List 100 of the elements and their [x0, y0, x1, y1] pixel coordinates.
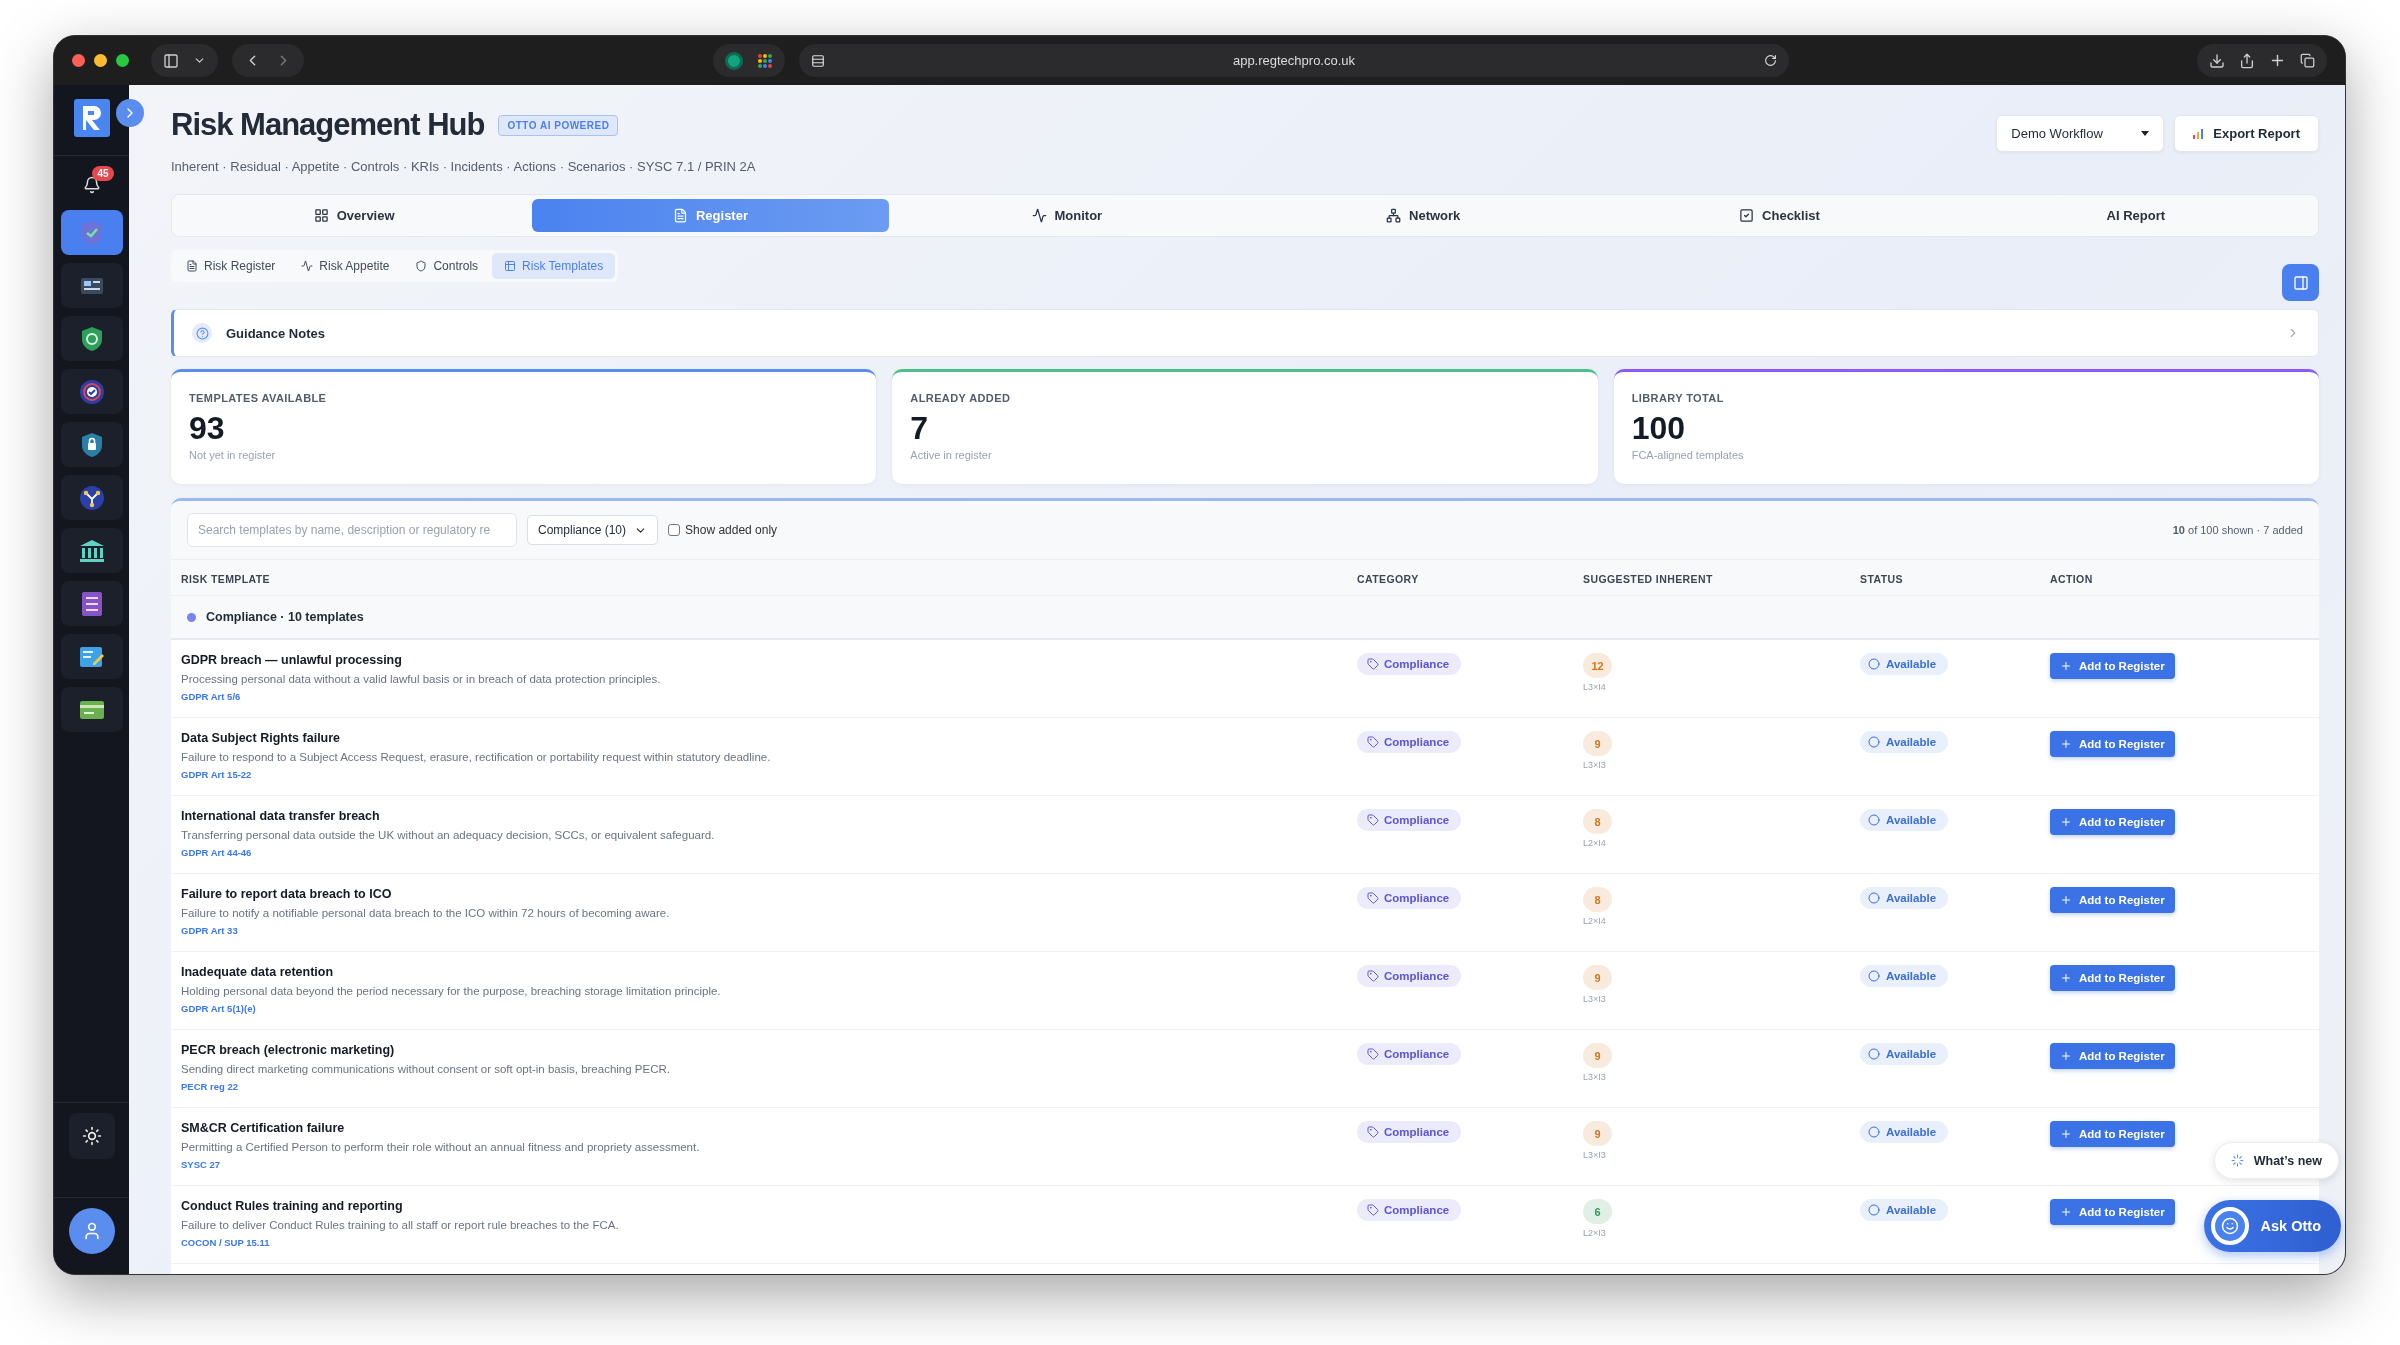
- score-formula: L3×I3: [1583, 1150, 1606, 1160]
- template-title: SM&CR Certification failure: [181, 1121, 346, 1135]
- score-formula: L2×I4: [1583, 838, 1606, 848]
- category-filter[interactable]: Compliance (10): [527, 515, 659, 545]
- show-added-only-checkbox[interactable]: Show added only: [668, 523, 778, 537]
- theme-button[interactable]: [68, 1113, 115, 1159]
- zoom-button[interactable]: [116, 54, 129, 67]
- regulation-reference: GDPR Art 5(1)(e): [181, 1003, 257, 1014]
- template-title: PECR breach (electronic marketing): [181, 1043, 396, 1057]
- add-to-register-button[interactable]: Add to Register: [2050, 731, 2175, 757]
- tab[interactable]: AI Report: [1957, 199, 2314, 232]
- tab[interactable]: Checklist: [1601, 199, 1958, 232]
- ask-otto-button[interactable]: Ask Otto: [2203, 1200, 2341, 1252]
- stat-label: ALREADY ADDED: [910, 392, 1012, 404]
- tag-icon: [1367, 1204, 1379, 1216]
- plus-icon: [2060, 816, 2072, 828]
- column-header: ACTION: [2050, 573, 2094, 585]
- tab[interactable]: Monitor: [888, 199, 1245, 232]
- pulse-icon: [301, 260, 314, 272]
- stat-note: Not yet in register: [189, 449, 277, 461]
- close-button[interactable]: [72, 54, 85, 67]
- add-to-register-button[interactable]: Add to Register: [2050, 887, 2175, 913]
- template-description: Sending direct marketing communications without consent or soft opt-in basis, breaching PECR.: [181, 1063, 671, 1075]
- score-badge: 6: [1583, 1199, 1612, 1224]
- score-formula: L3×I4: [1583, 682, 1606, 692]
- add-to-register-button[interactable]: Add to Register: [2050, 809, 2175, 835]
- circle-icon: [1868, 1204, 1880, 1216]
- add-to-register-button[interactable]: Add to Register: [2050, 1043, 2175, 1069]
- tab[interactable]: Network: [1245, 199, 1602, 232]
- extension-icon: [724, 51, 743, 70]
- circle-icon: [1868, 1048, 1880, 1060]
- plus-icon: [2060, 1128, 2072, 1140]
- status-tag: Available: [1860, 653, 1949, 675]
- sidebar-item[interactable]: [60, 422, 123, 467]
- sub-tab[interactable]: Controls: [403, 253, 491, 279]
- add-to-register-button[interactable]: Add to Register: [2050, 653, 2175, 679]
- workflow-dropdown[interactable]: Demo Workflow: [1996, 115, 2165, 152]
- sidebar-item[interactable]: [60, 687, 123, 732]
- regulation-reference: GDPR Art 44-46: [181, 847, 253, 858]
- sidebar-item[interactable]: [60, 581, 123, 626]
- checklist-icon: [80, 590, 103, 617]
- edit-document-icon: [78, 644, 105, 669]
- template-description: Processing personal data without a valid lawful basis or in breach of data protection principles.: [181, 673, 662, 685]
- minimize-button[interactable]: [94, 54, 107, 67]
- status-tag: Available: [1860, 887, 1949, 909]
- network-icon: [1386, 208, 1401, 223]
- category-tag: Compliance: [1357, 731, 1462, 753]
- logo[interactable]: [73, 99, 110, 137]
- score-badge: 9: [1583, 731, 1612, 756]
- sidebar-item[interactable]: [60, 634, 123, 679]
- sidebar-item[interactable]: [60, 528, 123, 573]
- extensions[interactable]: [712, 44, 785, 77]
- sidebar-icon: [163, 52, 179, 69]
- category-tag: Compliance: [1357, 1199, 1462, 1221]
- template-title: Conduct Rules training and reporting: [181, 1199, 404, 1213]
- add-to-register-button[interactable]: Add to Register: [2050, 1121, 2175, 1147]
- search-field[interactable]: Search templates by name, description or regulatory re: [187, 513, 517, 547]
- expand-button[interactable]: [116, 99, 144, 127]
- download-icon: [2209, 52, 2225, 69]
- score-formula: L2×I4: [1583, 916, 1606, 926]
- sidebar-item[interactable]: [60, 263, 123, 308]
- template-title: GDPR breach — unlawful processing: [181, 653, 403, 667]
- bell-icon: [82, 176, 101, 194]
- export-button[interactable]: Export Report: [2174, 115, 2319, 152]
- template-title: Inadequate data retention: [181, 965, 335, 979]
- sub-tab[interactable]: Risk Appetite: [289, 253, 402, 279]
- table-icon: [504, 260, 517, 272]
- score-badge: 12: [1583, 653, 1612, 678]
- whats-new-button[interactable]: What’s new: [2213, 1142, 2339, 1179]
- sidebar-item[interactable]: [60, 475, 123, 520]
- add-to-register-button[interactable]: Add to Register: [2050, 1199, 2175, 1225]
- tab[interactable]: Overview: [176, 199, 533, 232]
- shield-icon: [79, 325, 104, 352]
- plus-icon: [2060, 972, 2072, 984]
- sub-tab[interactable]: Risk Register: [174, 253, 288, 279]
- category-tag: Compliance: [1357, 887, 1462, 909]
- browser-actions[interactable]: [2197, 44, 2327, 77]
- sidebar-item[interactable]: [60, 369, 123, 414]
- plus-icon: [2060, 1050, 2072, 1062]
- newspaper-icon: [79, 276, 104, 295]
- network-icon: [78, 484, 105, 511]
- caret-icon: [2141, 131, 2150, 136]
- avatar[interactable]: [68, 1208, 115, 1254]
- plus-icon: [2060, 660, 2072, 672]
- score-badge: 9: [1583, 965, 1612, 990]
- panel-toggle-button[interactable]: [2282, 264, 2319, 301]
- regulation-reference: SYSC 27: [181, 1159, 222, 1170]
- add-to-register-button[interactable]: Add to Register: [2050, 965, 2175, 991]
- notifications-button[interactable]: 45: [69, 166, 114, 202]
- stat-value: 93: [189, 410, 226, 447]
- sidebar-item[interactable]: [60, 316, 123, 361]
- status-tag: Available: [1860, 1199, 1949, 1221]
- plus-icon: [2060, 738, 2072, 750]
- tag-icon: [1367, 970, 1379, 982]
- address-bar[interactable]: app.regtechpro.co.uk: [798, 44, 1789, 77]
- circle-icon: [1868, 970, 1880, 982]
- guidance-notes[interactable]: Guidance Notes: [171, 309, 2319, 357]
- sidebar-button[interactable]: [151, 44, 218, 77]
- category-tag: Compliance: [1357, 1043, 1462, 1065]
- tag-icon: [1367, 736, 1379, 748]
